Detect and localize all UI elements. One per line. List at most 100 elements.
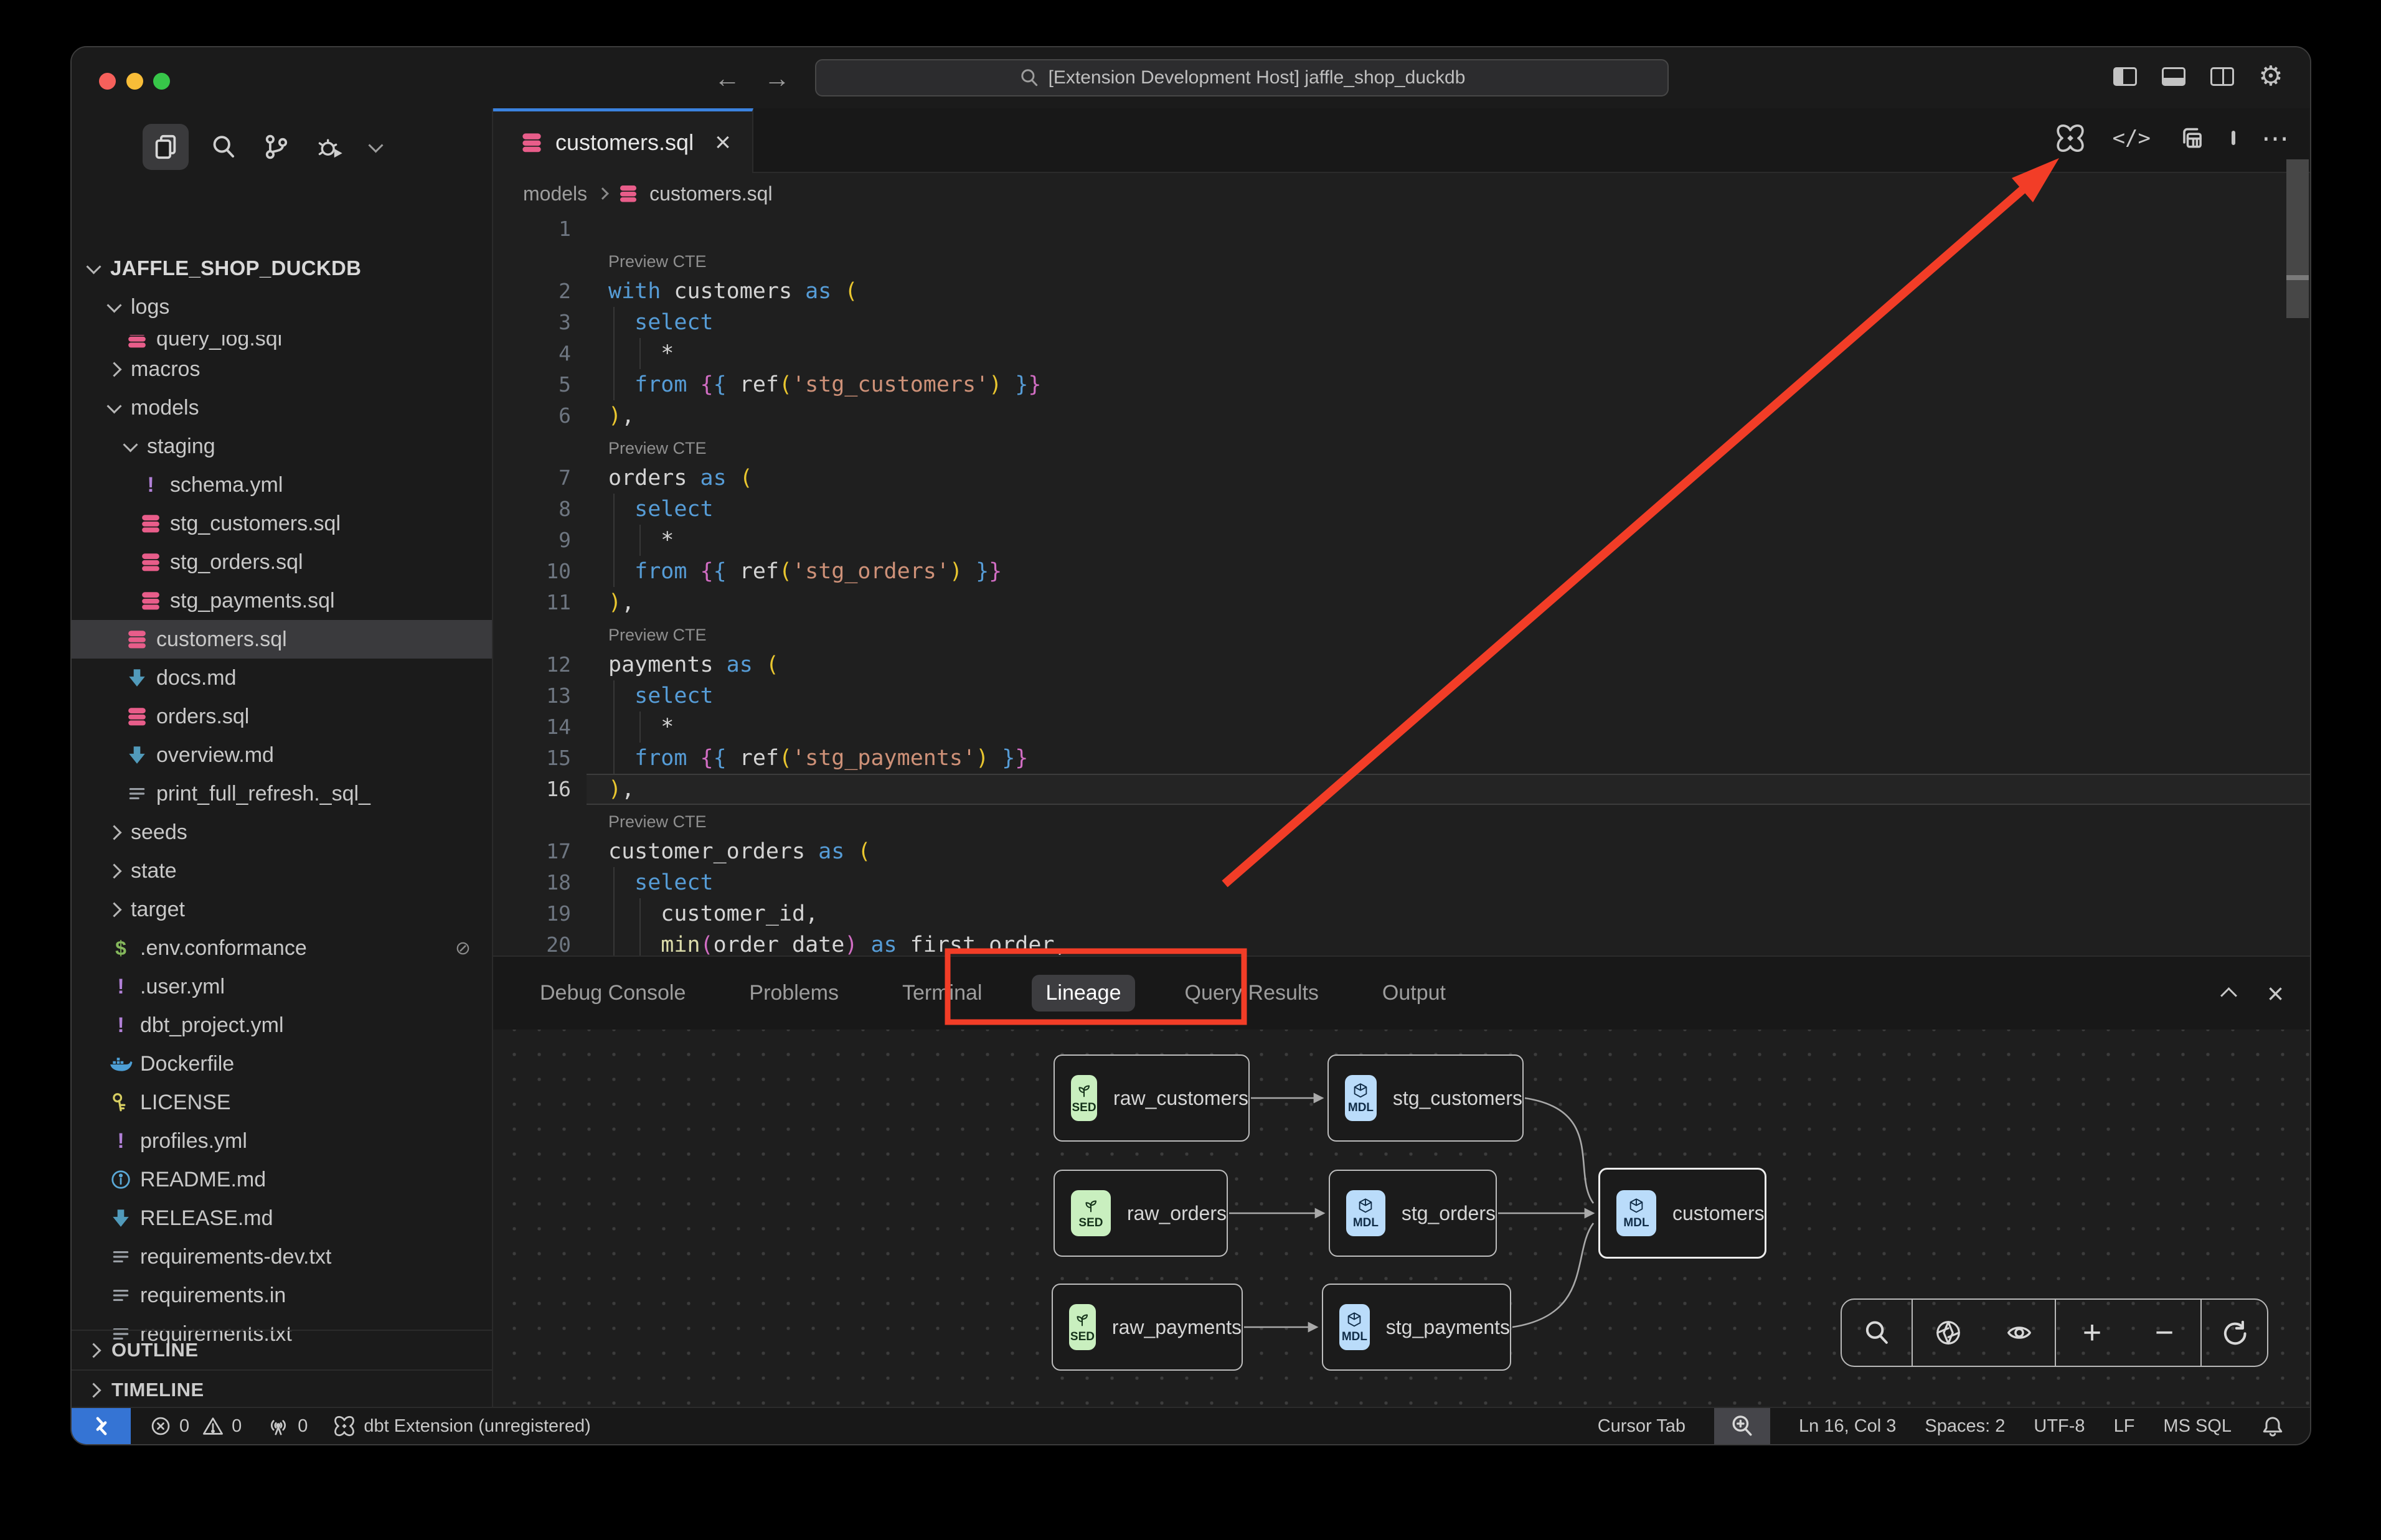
code-line-13[interactable]: 13 select <box>493 680 2311 711</box>
run-debug-icon[interactable] <box>316 133 346 161</box>
tree-item--user-yml[interactable]: !.user.yml <box>72 967 492 1006</box>
activity-more-chevron-icon[interactable] <box>368 138 383 153</box>
tree-item-dockerfile[interactable]: Dockerfile <box>72 1045 492 1083</box>
breadcrumb[interactable]: models customers.sql <box>493 173 2311 214</box>
tree-item-profiles-yml[interactable]: !profiles.yml <box>72 1122 492 1160</box>
tree-item-stg-orders-sql[interactable]: stg_orders.sql <box>72 543 492 581</box>
project-root-row[interactable]: JAFFLE_SHOP_DUCKDB <box>72 249 492 288</box>
search-view-icon[interactable] <box>210 133 237 161</box>
tab-close-icon[interactable]: × <box>715 131 731 154</box>
notifications-bell[interactable] <box>2260 1414 2285 1439</box>
codelens-preview-cte[interactable]: Preview CTE <box>493 431 2311 462</box>
tree-item-schema-yml[interactable]: !schema.yml <box>72 466 492 504</box>
tree-item-requirements-in[interactable]: requirements.in <box>72 1276 492 1315</box>
tree-item-readme-md[interactable]: README.md <box>72 1160 492 1199</box>
breadcrumb-file[interactable]: customers.sql <box>649 182 772 205</box>
code-line-14[interactable]: 14 * <box>493 711 2311 743</box>
tree-item-overview-md[interactable]: overview.md <box>72 736 492 774</box>
code-line-6[interactable]: 6), <box>493 400 2311 431</box>
code-line-3[interactable]: 3 select <box>493 307 2311 338</box>
code-line-15[interactable]: 15 from {{ ref('stg_payments') }} <box>493 743 2311 774</box>
command-center-search[interactable]: [Extension Development Host] jaffle_shop… <box>815 59 1669 96</box>
tree-item-target[interactable]: target <box>72 890 492 929</box>
panel-tab-problems[interactable]: Problems <box>735 975 852 1012</box>
code-line-7[interactable]: 7orders as ( <box>493 462 2311 494</box>
tree-item-release-md[interactable]: RELEASE.md <box>72 1199 492 1237</box>
status-cursor-tab[interactable]: Cursor Tab <box>1598 1416 1686 1437</box>
panel-close-icon[interactable]: × <box>2267 981 2284 1006</box>
tree-item-state[interactable]: state <box>72 852 492 890</box>
tree-item-staging[interactable]: staging <box>72 427 492 466</box>
toggle-sidebar-right-icon[interactable] <box>2208 62 2237 91</box>
tree-item-docs-md[interactable]: docs.md <box>72 659 492 697</box>
panel-maximize-chevron-icon[interactable] <box>2220 987 2237 1004</box>
code-line-9[interactable]: 9 * <box>493 525 2311 556</box>
breadcrumb-folder[interactable]: models <box>523 182 587 205</box>
close-window-button[interactable] <box>99 73 116 90</box>
panel-tab-output[interactable]: Output <box>1369 975 1459 1012</box>
tree-item-print-full-refresh-sql-[interactable]: print_full_refresh._sql_ <box>72 774 492 813</box>
navigate-forward-icon[interactable]: → <box>764 65 790 92</box>
lineage-node-raw_payments[interactable]: SEDraw_payments <box>1052 1284 1243 1371</box>
codelens-preview-cte[interactable]: Preview CTE <box>493 618 2311 649</box>
lineage-visibility-icon[interactable] <box>2005 1318 2034 1347</box>
lineage-refresh-button[interactable] <box>2202 1300 2267 1366</box>
lineage-node-customers[interactable]: MDLcustomers <box>1598 1168 1766 1259</box>
status-ms-sql[interactable]: MS SQL <box>2163 1416 2232 1437</box>
panel-tab-terminal[interactable]: Terminal <box>889 975 996 1012</box>
lineage-node-stg_customers[interactable]: MDLstg_customers <box>1327 1054 1524 1142</box>
toggle-sidebar-left-icon[interactable] <box>2111 62 2139 91</box>
code-line-12[interactable]: 12payments as ( <box>493 649 2311 680</box>
tab-customers-sql[interactable]: customers.sql × <box>493 108 753 173</box>
code-line-19[interactable]: 19 customer_id, <box>493 898 2311 929</box>
tree-item-stg-customers-sql[interactable]: stg_customers.sql <box>72 504 492 543</box>
tree-item-customers-sql[interactable]: customers.sql <box>72 620 492 659</box>
settings-gear-icon[interactable]: ⚙ <box>2256 62 2285 91</box>
lineage-zoom-out-icon[interactable]: − <box>2155 1317 2174 1349</box>
tree-item-logs[interactable]: logs <box>72 288 492 326</box>
code-line-5[interactable]: 5 from {{ ref('stg_customers') }} <box>493 369 2311 400</box>
code-line-18[interactable]: 18 select <box>493 867 2311 898</box>
panel-tab-debug-console[interactable]: Debug Console <box>526 975 699 1012</box>
problems-status[interactable]: 00 <box>149 1415 242 1437</box>
zoom-window-button[interactable] <box>153 73 170 90</box>
tree-item--env-conformance[interactable]: $.env.conformance⊘ <box>72 929 492 967</box>
lineage-snapshot-icon[interactable] <box>1934 1318 1963 1347</box>
navigate-back-icon[interactable]: ← <box>714 65 740 92</box>
tree-item-macros[interactable]: macros <box>72 350 492 388</box>
tree-item-orders-sql[interactable]: orders.sql <box>72 697 492 736</box>
tree-item-seeds[interactable]: seeds <box>72 813 492 852</box>
lineage-node-raw_orders[interactable]: SEDraw_orders <box>1054 1170 1228 1257</box>
code-line-1[interactable]: 1 <box>493 214 2311 245</box>
toggle-panel-icon[interactable] <box>2159 62 2188 91</box>
panel-tab-query-results[interactable]: Query Results <box>1171 975 1332 1012</box>
query-results-table-icon[interactable] <box>2177 124 2205 152</box>
remote-indicator[interactable] <box>72 1408 131 1444</box>
tree-item-stg-payments-sql[interactable]: stg_payments.sql <box>72 581 492 620</box>
lineage-search-button[interactable] <box>1842 1300 1913 1366</box>
tree-item-query-log-sql[interactable]: query_log.sql <box>72 326 492 350</box>
tree-item-models[interactable]: models <box>72 388 492 427</box>
editor-scrollbar[interactable] <box>2286 159 2309 318</box>
codelens-preview-cte[interactable]: Preview CTE <box>493 805 2311 836</box>
ports-status[interactable]: 0 <box>266 1414 308 1438</box>
code-line-16[interactable]: 16), <box>493 774 2311 805</box>
sidebar-section-timeline[interactable]: TIMELINE <box>72 1369 492 1409</box>
code-line-20[interactable]: 20 min(order_date) as first_order, <box>493 929 2311 955</box>
minimize-window-button[interactable] <box>126 73 143 90</box>
split-editor-icon[interactable] <box>2232 133 2235 144</box>
tree-item-requirements-dev-txt[interactable]: requirements-dev.txt <box>72 1237 492 1276</box>
code-editor[interactable]: 1Preview CTE2with customers as (3 select… <box>493 214 2311 955</box>
sidebar-section-outline[interactable]: OUTLINE <box>72 1330 492 1369</box>
code-line-11[interactable]: 11), <box>493 587 2311 618</box>
lineage-zoom-in-icon[interactable]: + <box>2083 1317 2101 1349</box>
codelens-preview-cte[interactable]: Preview CTE <box>493 245 2311 276</box>
code-line-17[interactable]: 17customer_orders as ( <box>493 836 2311 867</box>
dbt-extension-status[interactable]: dbt Extension (unregistered) <box>332 1414 590 1438</box>
lineage-canvas[interactable]: + − SEDraw_customersMDLstg_customersSEDr… <box>493 1030 2311 1411</box>
lineage-node-stg_orders[interactable]: MDLstg_orders <box>1329 1170 1497 1257</box>
tree-item-license[interactable]: LICENSE <box>72 1083 492 1122</box>
status-lf[interactable]: LF <box>2114 1416 2135 1437</box>
code-line-2[interactable]: 2with customers as ( <box>493 276 2311 307</box>
status-spaces-2[interactable]: Spaces: 2 <box>1925 1416 2005 1437</box>
